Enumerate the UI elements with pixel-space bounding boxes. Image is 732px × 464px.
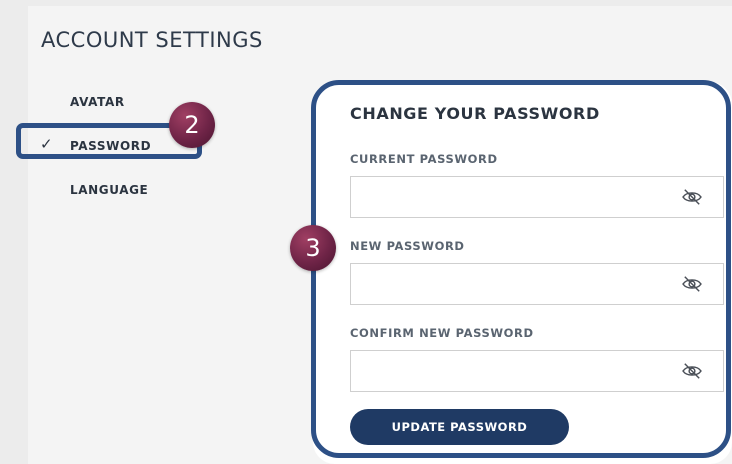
eye-slash-icon[interactable] xyxy=(681,188,703,206)
update-password-button[interactable]: UPDATE PASSWORD xyxy=(350,409,569,445)
new-password-field xyxy=(350,263,724,305)
eye-slash-icon[interactable] xyxy=(681,362,703,380)
current-password-label: CURRENT PASSWORD xyxy=(350,152,498,166)
step-badge-2: 2 xyxy=(169,102,215,148)
page-title: ACCOUNT SETTINGS xyxy=(41,28,263,52)
confirm-password-field xyxy=(350,350,724,392)
current-password-input[interactable] xyxy=(351,177,691,217)
current-password-field xyxy=(350,176,724,218)
step-badge-3: 3 xyxy=(290,225,336,271)
new-password-label: NEW PASSWORD xyxy=(350,239,465,253)
eye-slash-icon[interactable] xyxy=(681,275,703,293)
form-title: CHANGE YOUR PASSWORD xyxy=(350,104,600,123)
sidebar-item-language[interactable]: LANGUAGE xyxy=(70,183,148,197)
confirm-password-label: CONFIRM NEW PASSWORD xyxy=(350,326,534,340)
sidebar-item-avatar[interactable]: AVATAR xyxy=(70,95,125,109)
new-password-input[interactable] xyxy=(351,264,691,304)
confirm-password-input[interactable] xyxy=(351,351,691,391)
